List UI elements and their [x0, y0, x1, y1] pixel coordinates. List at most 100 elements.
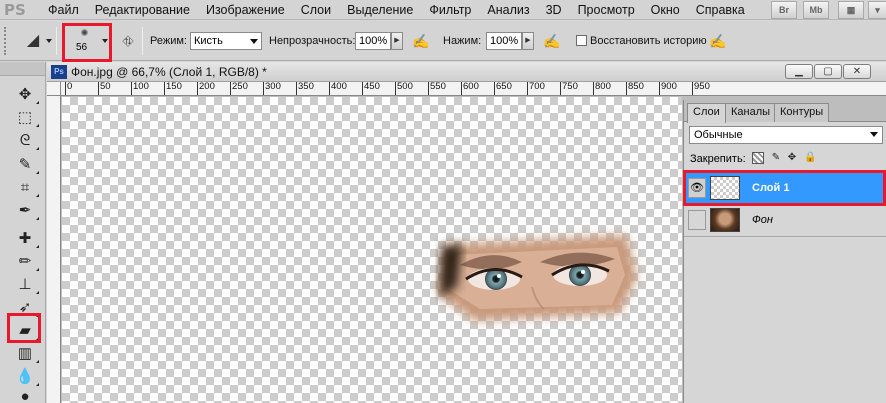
brush-panel-toggle-icon[interactable]: ⛗ — [117, 30, 139, 52]
blend-mode-select[interactable]: Обычные — [689, 126, 883, 144]
zoom-level-button[interactable]: ▾ — [868, 1, 886, 19]
flow-slider-button[interactable]: ▶ — [522, 32, 534, 50]
healing-brush-tool-icon[interactable]: ✚ — [9, 228, 41, 250]
blur-tool-icon[interactable]: 💧 — [9, 366, 41, 388]
ruler-tick-label: 500 — [395, 82, 413, 95]
horizontal-ruler[interactable]: 0 50 100 150 200 250 300 350 400 450 500 550 600 650 7… — [61, 82, 886, 96]
flow-label: Нажим: — [443, 35, 482, 47]
layer-thumbnail — [710, 208, 740, 232]
menu-image[interactable]: Изображение — [198, 0, 293, 20]
mode-select[interactable]: Кисть — [190, 32, 262, 50]
document-titlebar[interactable]: Ps Фон.jpg @ 66,7% (Слой 1, RGB/8) * ▁ ▢… — [47, 62, 886, 82]
mode-label: Режим: — [150, 35, 187, 47]
maximize-button[interactable]: ▢ — [814, 64, 842, 79]
dodge-tool-icon[interactable]: ● — [9, 386, 41, 403]
restore-history-checkbox[interactable] — [576, 35, 587, 46]
brush-picker-dropdown-icon[interactable] — [102, 39, 108, 43]
menu-3d[interactable]: 3D — [538, 0, 570, 20]
menu-help[interactable]: Справка — [688, 0, 753, 20]
history-brush-tool-icon[interactable]: ➶ — [9, 297, 41, 319]
tab-channels[interactable]: Каналы — [725, 103, 777, 122]
blend-mode-value: Обычные — [694, 129, 743, 141]
lock-pixels-icon[interactable]: ✎ — [770, 152, 782, 164]
options-bar: ◢ 56 ⛗ Режим: Кисть Непрозрачность: 100%… — [0, 21, 886, 61]
eye-icon[interactable]: 👁 — [688, 178, 706, 198]
lock-transparency-icon[interactable] — [752, 152, 764, 164]
options-bar-grip[interactable] — [4, 27, 10, 55]
opacity-input[interactable]: 100% — [355, 32, 391, 50]
app-logo: PS — [4, 0, 26, 19]
move-tool-icon[interactable]: ✥ — [9, 84, 41, 106]
menu-bar: PS Файл Редактирование Изображение Слои … — [0, 0, 886, 20]
tab-layers[interactable]: Слои — [687, 103, 726, 123]
tool-group-corner-icon — [36, 268, 39, 271]
layer-thumbnail — [710, 176, 740, 200]
layer-row-layer1[interactable]: 👁 Слой 1 — [684, 172, 886, 203]
menu-layers[interactable]: Слои — [293, 0, 339, 20]
eraser-preset-icon[interactable]: ◢ — [22, 30, 44, 52]
face-patch — [437, 235, 637, 321]
view-extras-button[interactable]: ▦ — [838, 1, 864, 19]
tool-preset-dropdown-icon[interactable] — [46, 39, 52, 43]
tools-panel-header[interactable] — [0, 62, 45, 76]
layer-name: Фон — [752, 214, 773, 226]
ruler-origin[interactable] — [47, 82, 61, 96]
separator — [56, 27, 57, 55]
mini-bridge-button[interactable]: Mb — [803, 1, 829, 19]
bridge-button[interactable]: Br — [771, 1, 797, 19]
lock-position-icon[interactable]: ✥ — [786, 152, 798, 164]
ruler-tick-label: 850 — [626, 82, 644, 95]
layer-row-background[interactable]: Фон — [684, 204, 886, 235]
marquee-tool-icon[interactable]: ⬚ — [9, 107, 41, 129]
airbrush-icon[interactable]: ✍ — [541, 30, 563, 52]
crop-tool-icon[interactable]: ⌗ — [9, 177, 41, 199]
close-button[interactable]: ✕ — [843, 64, 871, 79]
canvas[interactable] — [62, 97, 682, 403]
size-pressure-icon[interactable]: ✍ — [707, 30, 729, 52]
ps-doc-icon: Ps — [51, 65, 67, 79]
tool-group-corner-icon — [36, 360, 39, 363]
ruler-tick-label: 200 — [197, 82, 215, 95]
separator — [142, 27, 143, 55]
eye-toggle-empty[interactable] — [688, 210, 706, 230]
menu-select[interactable]: Выделение — [339, 0, 421, 20]
blend-mode-dropdown-icon — [870, 132, 878, 137]
opacity-pressure-icon[interactable]: ✍ — [410, 30, 432, 52]
brush-tool-icon[interactable]: ✏ — [9, 251, 41, 273]
tab-paths[interactable]: Контуры — [774, 103, 830, 122]
menu-file[interactable]: Файл — [40, 0, 87, 20]
tool-group-corner-icon — [36, 124, 39, 127]
flow-input[interactable]: 100% — [486, 32, 522, 50]
menu-filter[interactable]: Фильтр — [421, 0, 479, 20]
layers-panel: Слои Каналы Контуры Обычные Закрепить: ✎… — [683, 100, 886, 403]
vertical-ruler[interactable] — [47, 96, 61, 403]
opacity-label: Непрозрачность: — [269, 35, 356, 47]
gradient-tool-icon[interactable]: ▥ — [9, 343, 41, 365]
tool-group-corner-icon — [36, 171, 39, 174]
tool-group-corner-icon — [36, 291, 39, 294]
ruler-tick-label: 650 — [494, 82, 512, 95]
tools-panel: ✥ ⬚ ᘓ ✎ ⌗ ✒ ✚ ✏ ⊥ ➶ ▰ ▥ 💧 ● — [0, 62, 46, 403]
tool-group-corner-icon — [36, 147, 39, 150]
ruler-tick-label: 50 — [98, 82, 111, 95]
ruler-tick-label: 150 — [164, 82, 182, 95]
menu-window[interactable]: Окно — [643, 0, 688, 20]
lock-all-icon[interactable]: 🔒 — [804, 152, 816, 164]
tool-group-corner-icon — [36, 314, 39, 317]
menu-edit[interactable]: Редактирование — [87, 0, 198, 20]
mode-select-value: Кисть — [194, 35, 223, 47]
clone-stamp-tool-icon[interactable]: ⊥ — [9, 274, 41, 296]
menu-analysis[interactable]: Анализ — [479, 0, 537, 20]
document-title: Фон.jpg @ 66,7% (Слой 1, RGB/8) * — [71, 65, 267, 79]
menu-view[interactable]: Просмотр — [570, 0, 643, 20]
minimize-button[interactable]: ▁ — [785, 64, 813, 79]
eraser-tool-icon[interactable]: ▰ — [9, 320, 41, 342]
opacity-slider-button[interactable]: ▶ — [391, 32, 403, 50]
quick-select-tool-icon[interactable]: ✎ — [9, 154, 41, 176]
eyedropper-tool-icon[interactable]: ✒ — [9, 200, 41, 222]
lasso-tool-icon[interactable]: ᘓ — [9, 130, 41, 152]
lock-label: Закрепить: — [690, 153, 746, 165]
brush-picker[interactable]: 56 — [66, 25, 106, 57]
ruler-tick-label: 800 — [593, 82, 611, 95]
ruler-tick-label: 450 — [362, 82, 380, 95]
